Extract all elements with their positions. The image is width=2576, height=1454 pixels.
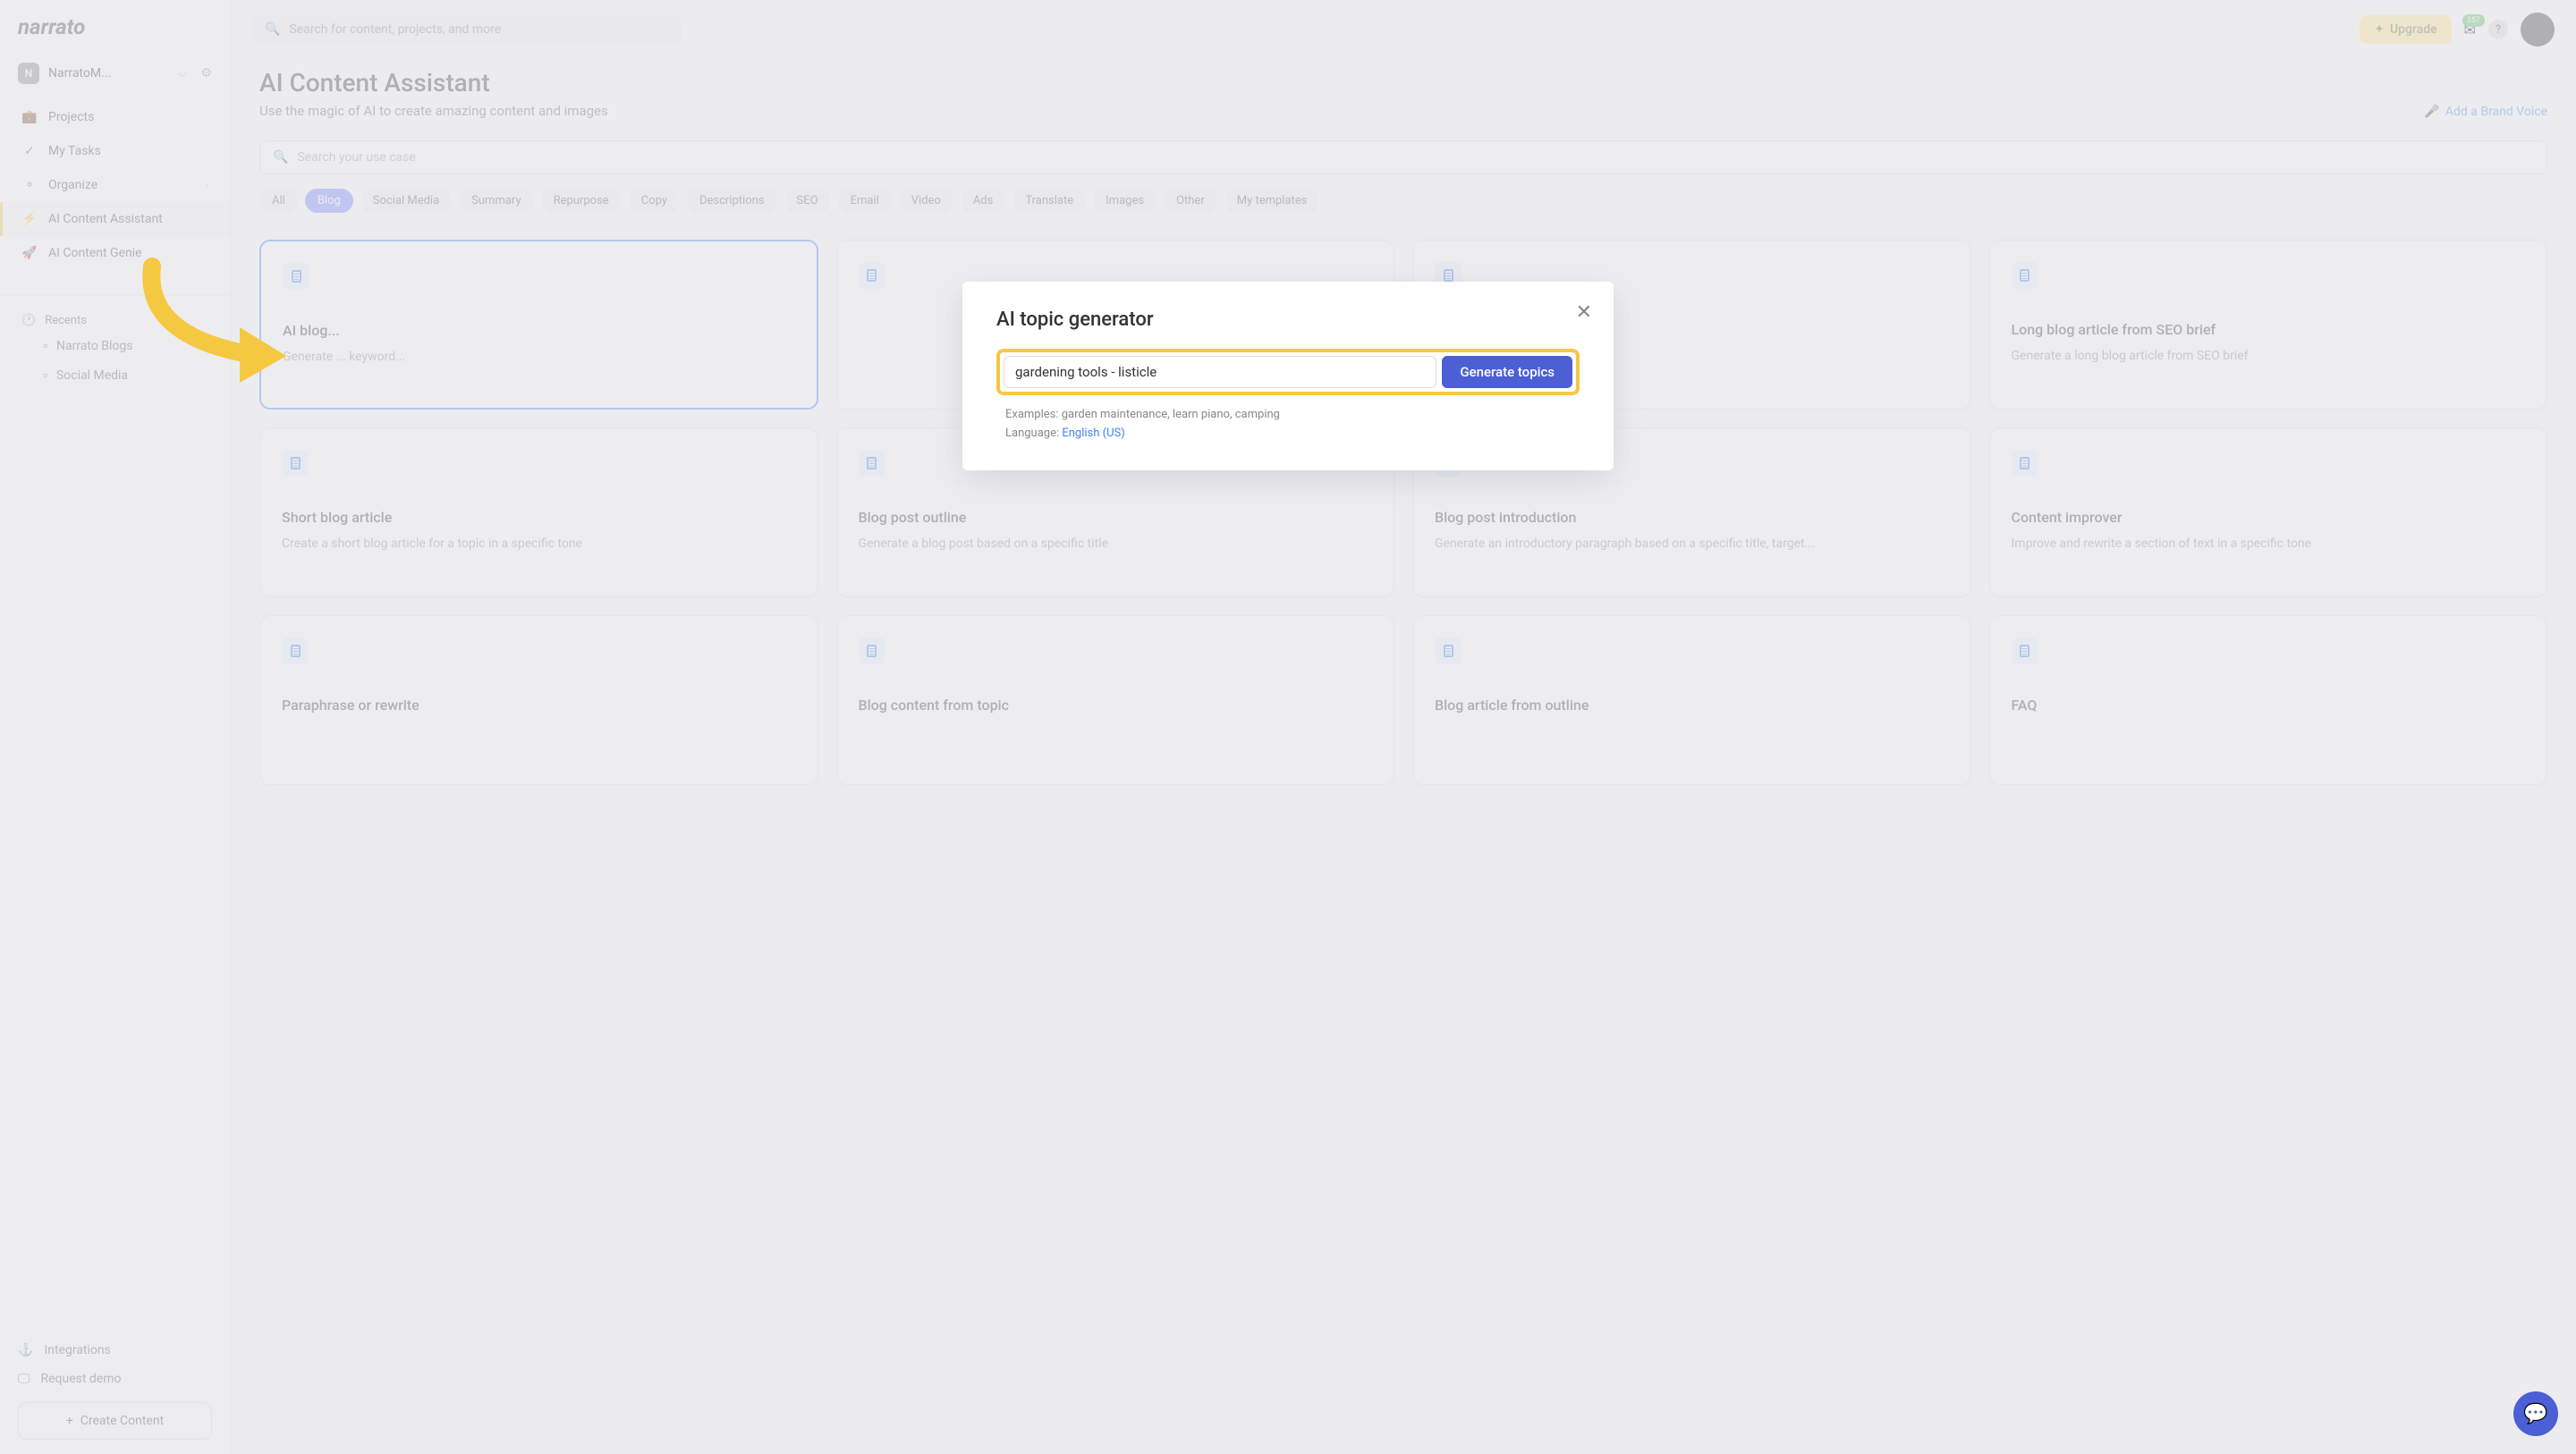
generate-topics-button[interactable]: Generate topics: [1442, 356, 1572, 388]
close-icon: ✕: [1576, 301, 1592, 324]
topic-input[interactable]: [1004, 356, 1436, 388]
modal-input-highlight: Generate topics: [996, 349, 1580, 395]
modal-title: AI topic generator: [996, 309, 1580, 331]
modal-examples: Examples: garden maintenance, learn pian…: [1005, 408, 1580, 421]
language-link[interactable]: English (US): [1062, 427, 1124, 440]
modal-language: Language: English (US): [1005, 427, 1580, 440]
chat-support-button[interactable]: 💬: [2513, 1391, 2558, 1436]
chat-icon: 💬: [2523, 1403, 2547, 1425]
ai-topic-generator-modal: ✕ AI topic generator Generate topics Exa…: [962, 282, 1614, 470]
modal-overlay[interactable]: ✕ AI topic generator Generate topics Exa…: [0, 0, 2576, 1454]
close-button[interactable]: ✕: [1576, 301, 1592, 324]
